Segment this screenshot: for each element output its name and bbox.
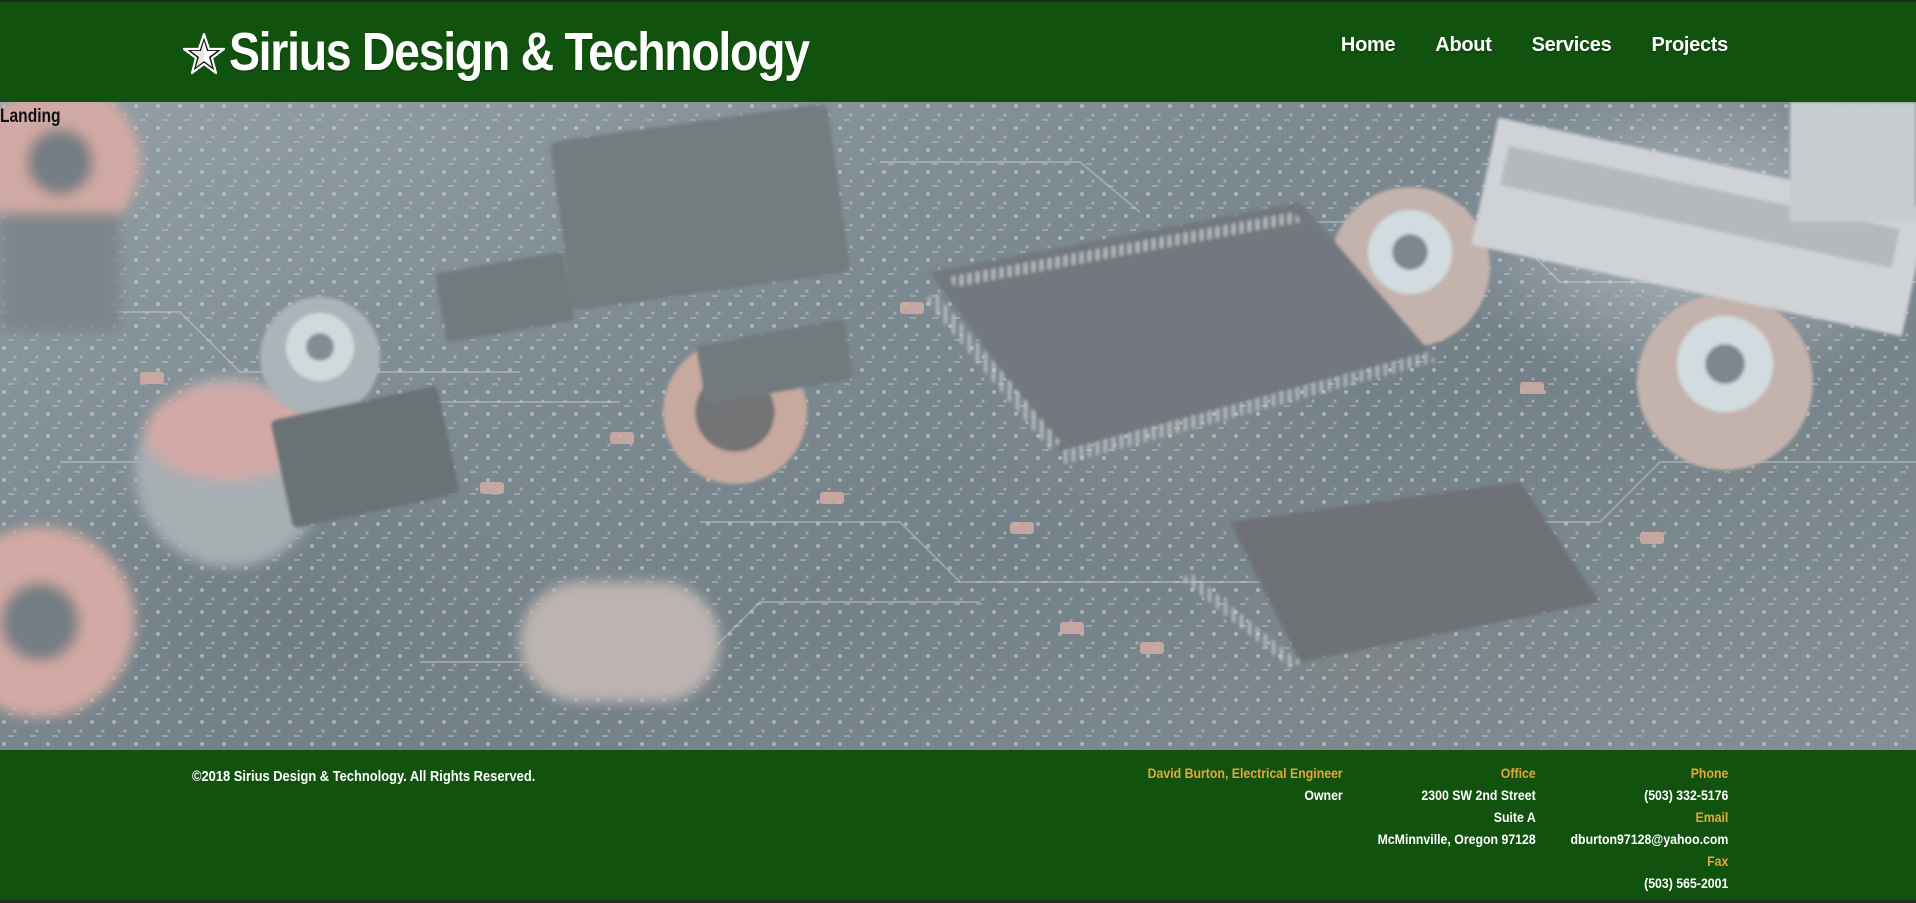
office-info: Office 2300 SW 2nd Street Suite A McMinn… (1356, 762, 1536, 850)
office-address-line3: McMinnville, Oregon 97128 (1377, 831, 1536, 847)
page: Sirius Design & Technology Home About Se… (0, 0, 1916, 903)
site-title: Sirius Design & Technology (229, 22, 810, 82)
site-footer: ©2018 Sirius Design & Technology. All Ri… (0, 750, 1916, 900)
phone-number[interactable]: (503) 332-5176 (1570, 784, 1728, 806)
landing-label: Landing (0, 106, 61, 127)
fax-label: Fax (1706, 853, 1728, 869)
email-label: Email (1695, 809, 1728, 825)
office-label: Office (1501, 765, 1536, 781)
office-address-line2: Suite A (1494, 809, 1536, 825)
copyright-text: ©2018 Sirius Design & Technology. All Ri… (192, 768, 536, 785)
nav-projects[interactable]: Projects (1651, 34, 1728, 57)
hero-image (0, 102, 1916, 750)
nav-home[interactable]: Home (1341, 34, 1396, 57)
owner-info: David Burton, Electrical Engineer Owner (1121, 762, 1343, 806)
nav-services[interactable]: Services (1532, 34, 1612, 57)
star-icon (182, 32, 226, 75)
fax-number: (503) 565-2001 (1643, 875, 1728, 891)
owner-name: David Burton, Electrical Engineer (1147, 765, 1343, 781)
contact-info: Phone (503) 332-5176 Email dburton97128@… (1549, 762, 1728, 894)
hero-overlay (0, 102, 1916, 750)
nav-about[interactable]: About (1435, 34, 1492, 57)
owner-role: Owner (1304, 787, 1343, 803)
site-header: Sirius Design & Technology Home About Se… (0, 2, 1916, 102)
office-address-line1: 2300 SW 2nd Street (1421, 787, 1536, 803)
email-address[interactable]: dburton97128@yahoo.com (1570, 828, 1728, 850)
phone-label: Phone (1690, 765, 1728, 781)
brand[interactable]: Sirius Design & Technology (182, 14, 903, 90)
main-nav: Home About Services Projects (1301, 34, 1728, 57)
